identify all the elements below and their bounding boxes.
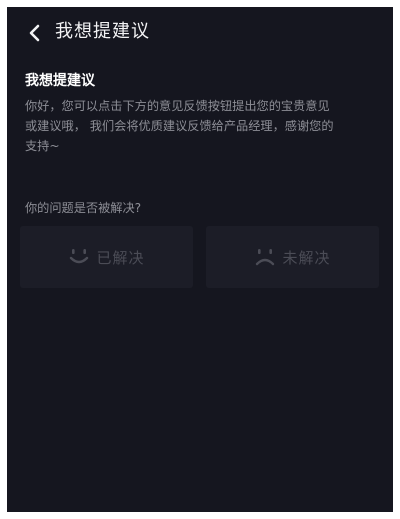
intro-description: 你好，您可以点击下方的意见反馈按钮提出您的宝贵意见 或建议哦， 我们会将优质建议…	[25, 96, 379, 156]
feedback-screen: 我想提建议 我想提建议 你好，您可以点击下方的意见反馈按钮提出您的宝贵意见 或建…	[7, 7, 393, 512]
unresolved-label: 未解决	[282, 248, 331, 267]
description-line: 支持~	[25, 139, 60, 153]
unresolved-button[interactable]: 未解决	[206, 226, 379, 288]
resolution-question: 你的问题是否被解决?	[25, 201, 142, 215]
description-line: 或建议哦， 我们会将优质建议反馈给产品经理，感谢您的	[25, 119, 334, 133]
top-nav-bar: 我想提建议	[7, 7, 393, 57]
resolved-button[interactable]: 已解决	[20, 226, 193, 288]
smile-face-icon	[70, 249, 89, 264]
description-line: 你好，您可以点击下方的意见反馈按钮提出您的宝贵意见	[25, 99, 330, 113]
sad-face-icon	[256, 249, 275, 266]
chevron-left-icon[interactable]	[27, 23, 43, 43]
section-title: 我想提建议	[25, 73, 95, 89]
page-title: 我想提建议	[55, 21, 150, 42]
resolved-label: 已解决	[96, 248, 145, 267]
